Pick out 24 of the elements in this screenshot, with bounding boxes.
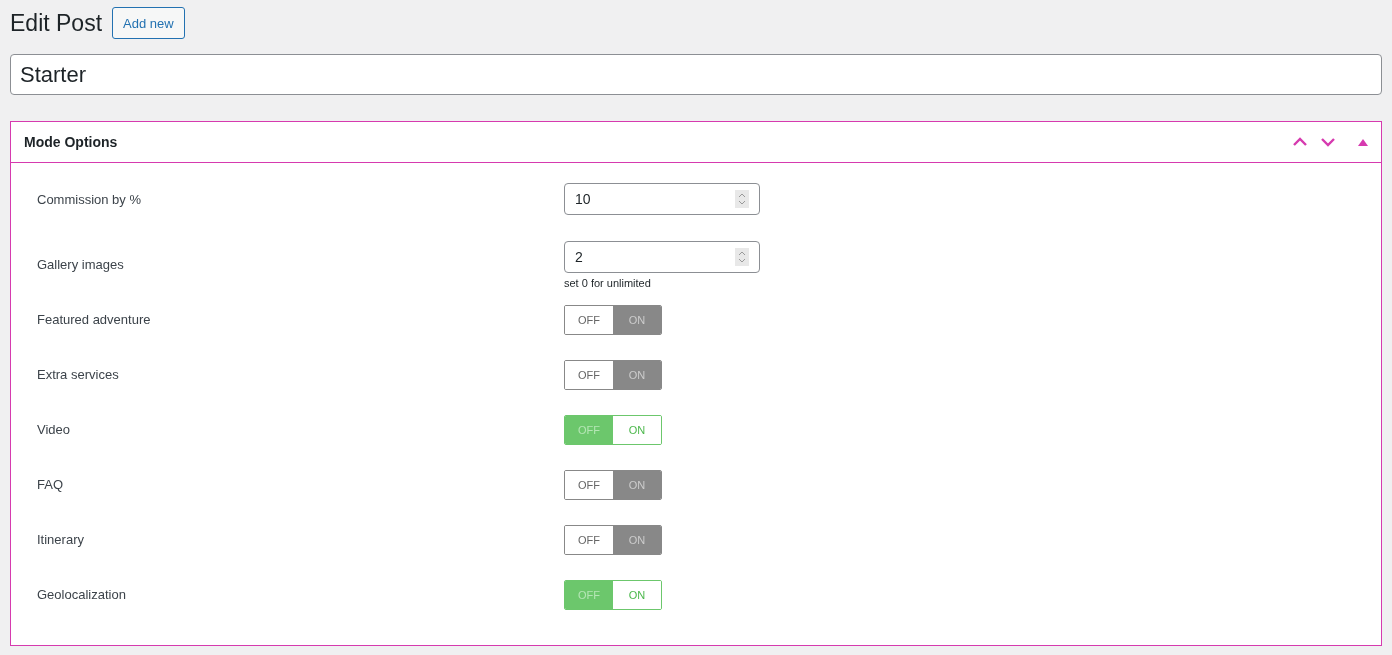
field-label: Featured adventure [37,312,152,327]
toggle-switch[interactable]: OFF ON [564,304,662,335]
spinner-icon[interactable] [735,190,749,208]
field-label: Video [37,422,71,437]
spinner-icon[interactable] [735,247,749,266]
toggle-switch[interactable]: OFF ON [564,524,662,555]
move-up-icon[interactable] [1292,137,1308,147]
toggle-switch[interactable]: OFF ON [564,469,662,500]
panel-title: Mode Options [24,134,118,150]
number-field[interactable]: 10 [564,183,760,215]
field-hint: set 0 for unlimited [564,276,652,289]
add-new-button[interactable]: Add new [112,7,185,39]
move-down-icon[interactable] [1320,137,1336,147]
field-label: Gallery images [37,257,125,272]
field-label: Itinerary [37,532,85,547]
number-field[interactable]: 2 [564,240,760,273]
collapse-icon[interactable] [1358,138,1368,146]
field-label: Extra services [37,367,120,382]
field-label: FAQ [37,477,64,492]
page-title: Edit Post [10,9,103,37]
field-label: Commission by % [37,191,143,207]
toggle-switch[interactable]: OFF ON [564,359,662,390]
field-label: Geolocalization [37,587,127,602]
title-field[interactable]: Starter [10,54,1382,95]
